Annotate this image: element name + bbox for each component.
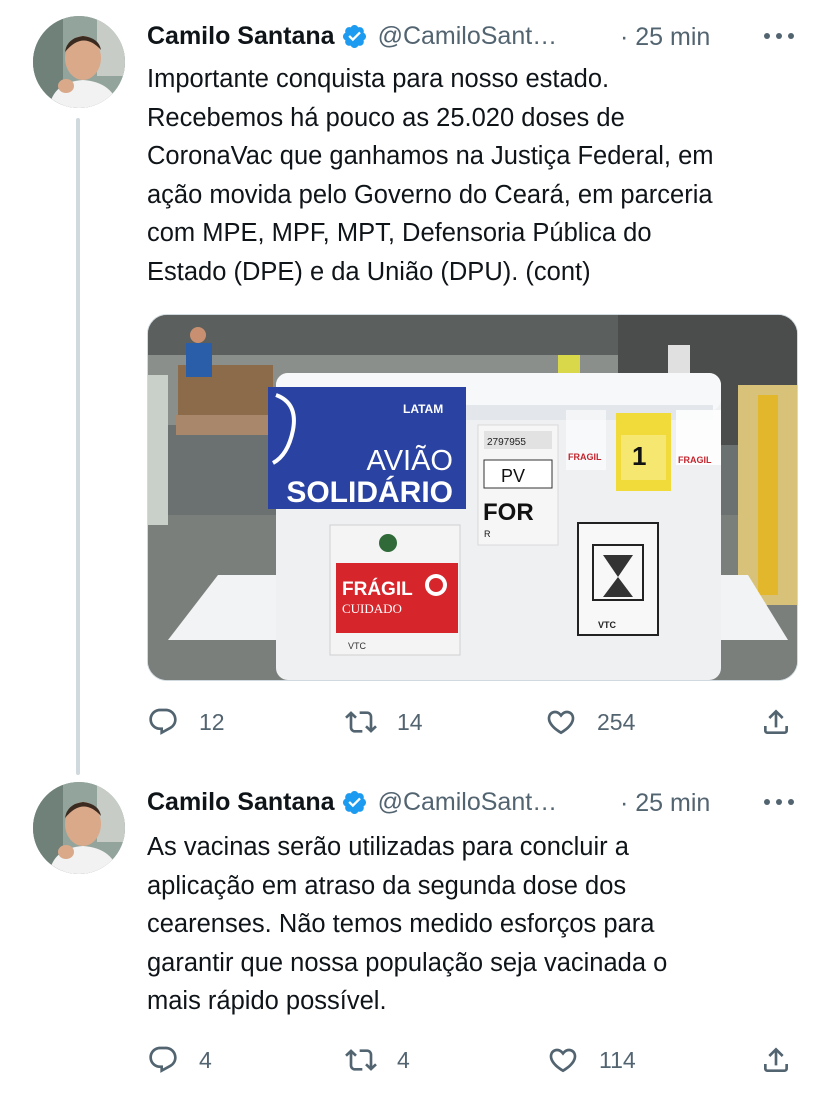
tweet-text-line: ação movida pelo Governo do Ceará, em pa… (147, 180, 713, 209)
tweet-text-line: Recebemos há pouco as 25.020 doses de (147, 103, 625, 132)
fragile-sticker: FRAGIL (678, 455, 712, 465)
tweet-text: Importante conquista para nosso estado. … (147, 60, 797, 291)
thread-line (76, 118, 80, 775)
tag-code: PV (501, 466, 525, 486)
retweet-button[interactable]: 4 (345, 1040, 410, 1080)
reply-button[interactable]: 4 (147, 1040, 212, 1080)
reply-count: 12 (199, 708, 225, 735)
retweet-button[interactable]: 14 (345, 702, 423, 742)
share-button[interactable] (760, 702, 792, 742)
sequence-label: 1 (632, 441, 646, 471)
retweet-icon (345, 711, 377, 733)
reply-icon (149, 708, 177, 735)
tweet-text-line: Estado (DPE) e da União (DPU). (cont) (147, 257, 591, 286)
author-name[interactable]: Camilo Santana (147, 788, 335, 817)
retweet-count: 4 (397, 1046, 410, 1073)
tweet-text-line: aplicação em atraso da segunda dose dos (147, 871, 627, 900)
tweet-time[interactable]: · 25 min (620, 22, 710, 52)
tweet-text-line: CoronaVac que ganhamos na Justiça Federa… (147, 142, 714, 170)
tweet-actions: 4 4 114 (147, 1040, 807, 1080)
like-icon (547, 710, 575, 735)
tweet-text-line: mais rápido possível. (147, 987, 387, 1015)
tweet-text-line: Importante conquista para nosso estado. (147, 65, 610, 93)
tweet-header: Camilo Santana @CamiloSant… (147, 782, 557, 822)
tweet-1[interactable]: Camilo Santana @CamiloSant… · 25 min Imp… (0, 0, 828, 775)
like-button[interactable]: 254 (545, 702, 635, 742)
tweet-2[interactable]: Camilo Santana @CamiloSant… · 25 min As … (0, 782, 828, 1099)
like-icon (549, 1048, 577, 1073)
tag-letter: R (484, 529, 491, 539)
vtc-label: VTC (598, 620, 617, 630)
like-count: 114 (599, 1046, 636, 1073)
vtc-label: VTC (348, 641, 367, 651)
retweet-count: 14 (397, 708, 423, 735)
share-icon (764, 1047, 788, 1072)
retweet-icon (345, 1049, 377, 1071)
fragile-sticker: FRAGIL (568, 452, 602, 462)
tag-number: 2797955 (487, 437, 526, 448)
tag-destination: FOR (483, 499, 534, 526)
more-icon[interactable] (763, 796, 795, 808)
tweet-time[interactable]: · 25 min (620, 788, 710, 818)
tweet-actions: 12 14 254 (147, 702, 807, 742)
reply-button[interactable]: 12 (147, 702, 225, 742)
reply-count: 4 (199, 1046, 212, 1073)
verified-badge-icon (342, 790, 366, 814)
more-icon[interactable] (763, 30, 795, 42)
fragile-line-2: CUIDADO (342, 601, 402, 616)
author-handle[interactable]: @CamiloSant… (378, 788, 558, 817)
tweet-text-line: com MPE, MPF, MPT, Defensoria Pública do (147, 219, 652, 247)
tweet-header: Camilo Santana @CamiloSant… (147, 16, 557, 56)
verified-badge-icon (342, 24, 366, 48)
tweet-photo[interactable]: LATAM AVIÃO SOLIDÁRIO 2797955 PV FOR R 1… (147, 314, 798, 681)
tweet-text: As vacinas serão utilizadas para conclui… (147, 828, 797, 1021)
like-count: 254 (597, 708, 636, 735)
title-line-2: SOLIDÁRIO (286, 475, 453, 509)
fragile-line-1: FRÁGIL (342, 578, 413, 600)
avatar[interactable] (33, 16, 125, 108)
tweet-text-line: cearenses. Não temos medido esforços par… (147, 910, 655, 938)
like-button[interactable]: 114 (547, 1040, 636, 1080)
tweet-text-line: garantir que nossa população seja vacina… (147, 948, 668, 977)
brand-label: LATAM (403, 402, 443, 416)
avatar[interactable] (33, 782, 125, 874)
tweet-text-line: As vacinas serão utilizadas para conclui… (147, 833, 629, 861)
share-icon (764, 709, 788, 734)
author-name[interactable]: Camilo Santana (147, 22, 335, 51)
author-handle[interactable]: @CamiloSant… (378, 22, 558, 51)
title-line-1: AVIÃO (367, 443, 454, 477)
reply-icon (149, 1046, 177, 1073)
share-button[interactable] (760, 1040, 792, 1080)
